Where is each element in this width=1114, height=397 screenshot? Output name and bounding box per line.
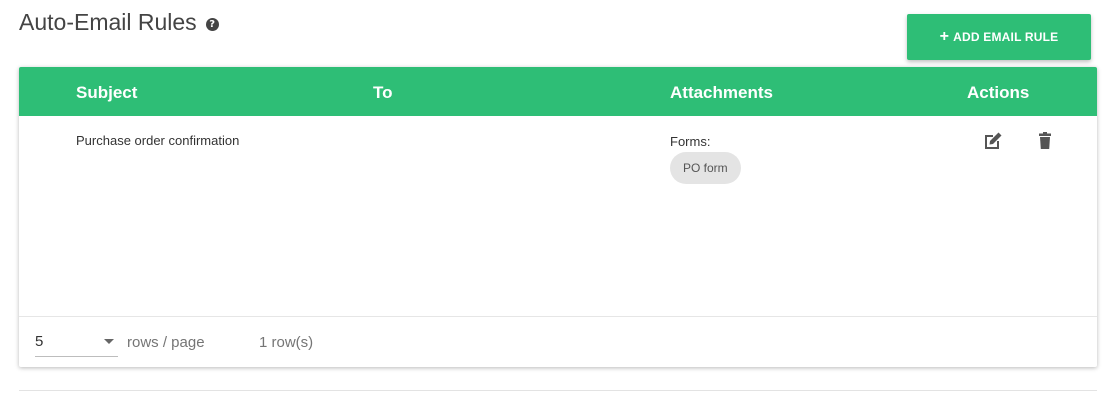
cell-subject: Purchase order confirmation [76,133,240,148]
column-header-attachments[interactable]: Attachments [670,83,773,103]
divider [19,390,1097,391]
attachments-forms-label: Forms: [670,134,711,149]
page-title: Auto-Email Rules [19,9,197,35]
rules-table: Subject To Attachments Actions Purchase … [19,67,1097,367]
table-header: Subject To Attachments Actions [19,67,1097,116]
question-circle-icon[interactable]: ? [205,18,219,31]
attachment-chip[interactable]: PO form [670,152,741,184]
column-header-actions: Actions [967,83,1030,102]
add-email-rule-button[interactable]: + ADD EMAIL RULE [907,14,1091,60]
edit-icon[interactable] [982,130,1004,152]
row-count: 1 row(s) [259,334,314,351]
auto-email-rules-page: Auto-Email Rules ? + ADD EMAIL RULE Subj… [0,0,1114,397]
plus-icon: + [939,28,950,45]
page-title-group: Auto-Email Rules ? [19,9,219,36]
table-pagination: 5 rows / page 1 row(s) [19,316,1097,368]
delete-icon[interactable] [1035,130,1057,152]
rows-per-page-label: rows / page [127,334,205,351]
rows-per-page-value: 5 [35,333,44,350]
column-header-to[interactable]: To [373,83,393,103]
add-email-rule-label: ADD EMAIL RULE [953,30,1059,44]
rows-per-page-select[interactable]: 5 [35,330,118,357]
column-header-subject[interactable]: Subject [76,83,137,103]
chevron-down-icon [104,339,114,344]
